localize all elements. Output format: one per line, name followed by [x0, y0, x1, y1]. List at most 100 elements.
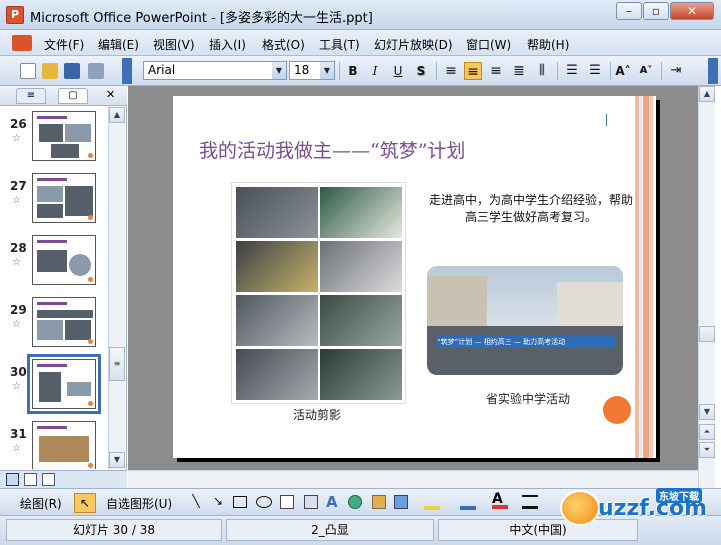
scroll-down-icon[interactable]: ▼ [109, 452, 125, 468]
rectangle-icon[interactable] [233, 496, 247, 508]
menu-help[interactable]: 帮助(H) [527, 36, 569, 53]
menu-window[interactable]: 窗口(W) [466, 36, 511, 53]
bold-button[interactable]: B [344, 62, 362, 80]
fill-color-icon[interactable] [424, 494, 440, 510]
autoshapes-menu[interactable]: 自选图形(U) [106, 495, 172, 512]
indent-icon[interactable]: ⇥ [667, 62, 685, 80]
current-slide[interactable]: 我的活动我做主——“筑梦”计划 活动剪影 走进高中，为高中学生介绍经验，帮助高三… [173, 96, 656, 458]
align-center-icon[interactable]: ≡ [464, 62, 482, 80]
group-photo[interactable]: “筑梦”计划 — 相约高三 — 助力高考活动 [427, 266, 623, 375]
slides-pane-scrollbar[interactable]: ▲ ≡ ▼ [108, 107, 125, 469]
animation-star-icon: ☆ [12, 133, 21, 144]
photo-caption[interactable]: 省实验中学活动 [486, 390, 570, 407]
building [427, 276, 487, 326]
align-left-icon[interactable]: ≡ [442, 62, 460, 80]
slide-thumbnail[interactable]: 29 ☆ [0, 293, 108, 355]
site-watermark: uzzf.com 东坡下载 [560, 486, 721, 528]
pane-tabs: ≡ ▢ ✕ [0, 86, 127, 106]
scroll-down-icon[interactable]: ▼ [699, 404, 715, 420]
slide-title[interactable]: 我的活动我做主——“筑梦”计划 [199, 136, 465, 163]
menu-edit[interactable]: 编辑(E) [98, 36, 139, 53]
shadow-button[interactable]: S [412, 62, 430, 80]
font-name-combo[interactable]: Arial ▼ [143, 61, 287, 80]
photo-cell [320, 349, 402, 400]
toolbar-options-icon[interactable] [708, 58, 718, 84]
toolbar-options-icon[interactable] [122, 58, 132, 84]
select-objects-icon[interactable]: ↖ [74, 493, 96, 513]
numbered-list-icon[interactable]: ☰ [563, 62, 581, 80]
slide-description[interactable]: 走进高中，为高中学生介绍经验，帮助高三学生做好高考复习。 [425, 192, 637, 226]
font-color-icon[interactable]: A [492, 491, 508, 509]
permission-icon[interactable] [88, 63, 104, 79]
decorative-stripe [635, 96, 639, 458]
menu-file[interactable]: 文件(F) [44, 36, 84, 53]
previous-slide-icon[interactable]: ⏶ [699, 424, 715, 440]
slide-thumbnail-list: 26 ☆ 27 ☆ 28 ☆ 29 ☆ 30 ☆ 31 ☆ [0, 107, 108, 469]
arrow-icon[interactable]: ↘ [210, 494, 226, 510]
chevron-down-icon[interactable]: ▼ [320, 62, 334, 79]
textbox-icon[interactable] [280, 495, 294, 509]
menu-slideshow[interactable]: 幻灯片放映(D) [374, 36, 453, 53]
save-icon[interactable] [64, 63, 80, 79]
restore-button[interactable]: ▫ [643, 2, 669, 20]
line-style-icon[interactable] [522, 495, 538, 509]
draw-menu[interactable]: 绘图(R) [20, 495, 62, 512]
photo-cell [236, 241, 318, 292]
scroll-up-icon[interactable]: ▲ [109, 107, 125, 123]
new-icon[interactable] [20, 63, 36, 79]
slide-thumbnail[interactable]: 26 ☆ [0, 107, 108, 169]
vertical-textbox-icon[interactable] [304, 495, 318, 509]
clipart-icon[interactable] [372, 495, 386, 509]
tab-slides[interactable]: ▢ [58, 88, 88, 104]
wordart-icon[interactable]: A [326, 493, 342, 511]
photo-cell [320, 241, 402, 292]
oval-icon[interactable] [256, 496, 272, 508]
menu-format[interactable]: 格式(O) [262, 36, 305, 53]
collage-caption[interactable]: 活动剪影 [293, 406, 341, 423]
normal-view-icon[interactable] [6, 473, 19, 486]
italic-button[interactable]: I [366, 62, 384, 80]
underline-button[interactable]: U [389, 62, 407, 80]
picture-icon[interactable] [394, 495, 408, 509]
align-right-icon[interactable]: ≡ [487, 62, 505, 80]
distribute-icon[interactable]: ⫼ [533, 62, 551, 80]
slide-sorter-icon[interactable] [24, 473, 37, 486]
diagram-icon[interactable] [348, 495, 362, 509]
animation-star-icon: ☆ [12, 195, 21, 206]
chevron-down-icon[interactable]: ▼ [272, 62, 286, 79]
line-color-icon[interactable] [460, 494, 476, 510]
slideshow-view-icon[interactable] [42, 473, 55, 486]
slide-thumbnail[interactable]: 31 ☆ [0, 417, 108, 469]
decorative-circle [603, 396, 631, 424]
menu-tools[interactable]: 工具(T) [319, 36, 360, 53]
building [557, 282, 623, 326]
scroll-thumb[interactable]: ≡ [109, 347, 125, 381]
scroll-up-icon[interactable]: ▲ [699, 86, 715, 102]
tab-outline[interactable]: ≡ [16, 88, 46, 104]
bullet-list-icon[interactable]: ☰ [586, 62, 604, 80]
slide-thumbnail[interactable]: 28 ☆ [0, 231, 108, 293]
open-icon[interactable] [42, 63, 58, 79]
slide-thumbnail[interactable]: 27 ☆ [0, 169, 108, 231]
font-size-combo[interactable]: 18 ▼ [289, 61, 335, 80]
justify-icon[interactable]: ≣ [510, 62, 528, 80]
photo-collage[interactable] [231, 182, 406, 404]
powerpoint-app-icon[interactable]: P [6, 6, 24, 24]
editing-scrollbar[interactable]: ▲ ▼ ⏶ ⏷ [698, 86, 715, 488]
window-title: Microsoft Office PowerPoint - [多姿多彩的大一生活… [30, 11, 373, 26]
menu-insert[interactable]: 插入(I) [209, 36, 246, 53]
shrink-font-button[interactable]: A˅ [637, 62, 655, 80]
slide-thumbnail-selected[interactable]: 30 ☆ [0, 354, 108, 417]
document-icon[interactable] [12, 35, 32, 51]
grow-font-button[interactable]: A˄ [614, 62, 632, 80]
line-icon[interactable]: ╲ [188, 494, 204, 510]
menu-view[interactable]: 视图(V) [153, 36, 195, 53]
close-button[interactable]: ✕ [670, 2, 714, 20]
slide-number: 30 [10, 365, 27, 379]
minimize-button[interactable]: – [616, 2, 642, 20]
close-pane-icon[interactable]: ✕ [106, 88, 115, 101]
scroll-thumb[interactable] [699, 326, 715, 342]
thumbnail-image [32, 111, 96, 161]
text-cursor [606, 114, 607, 126]
next-slide-icon[interactable]: ⏷ [699, 442, 715, 458]
